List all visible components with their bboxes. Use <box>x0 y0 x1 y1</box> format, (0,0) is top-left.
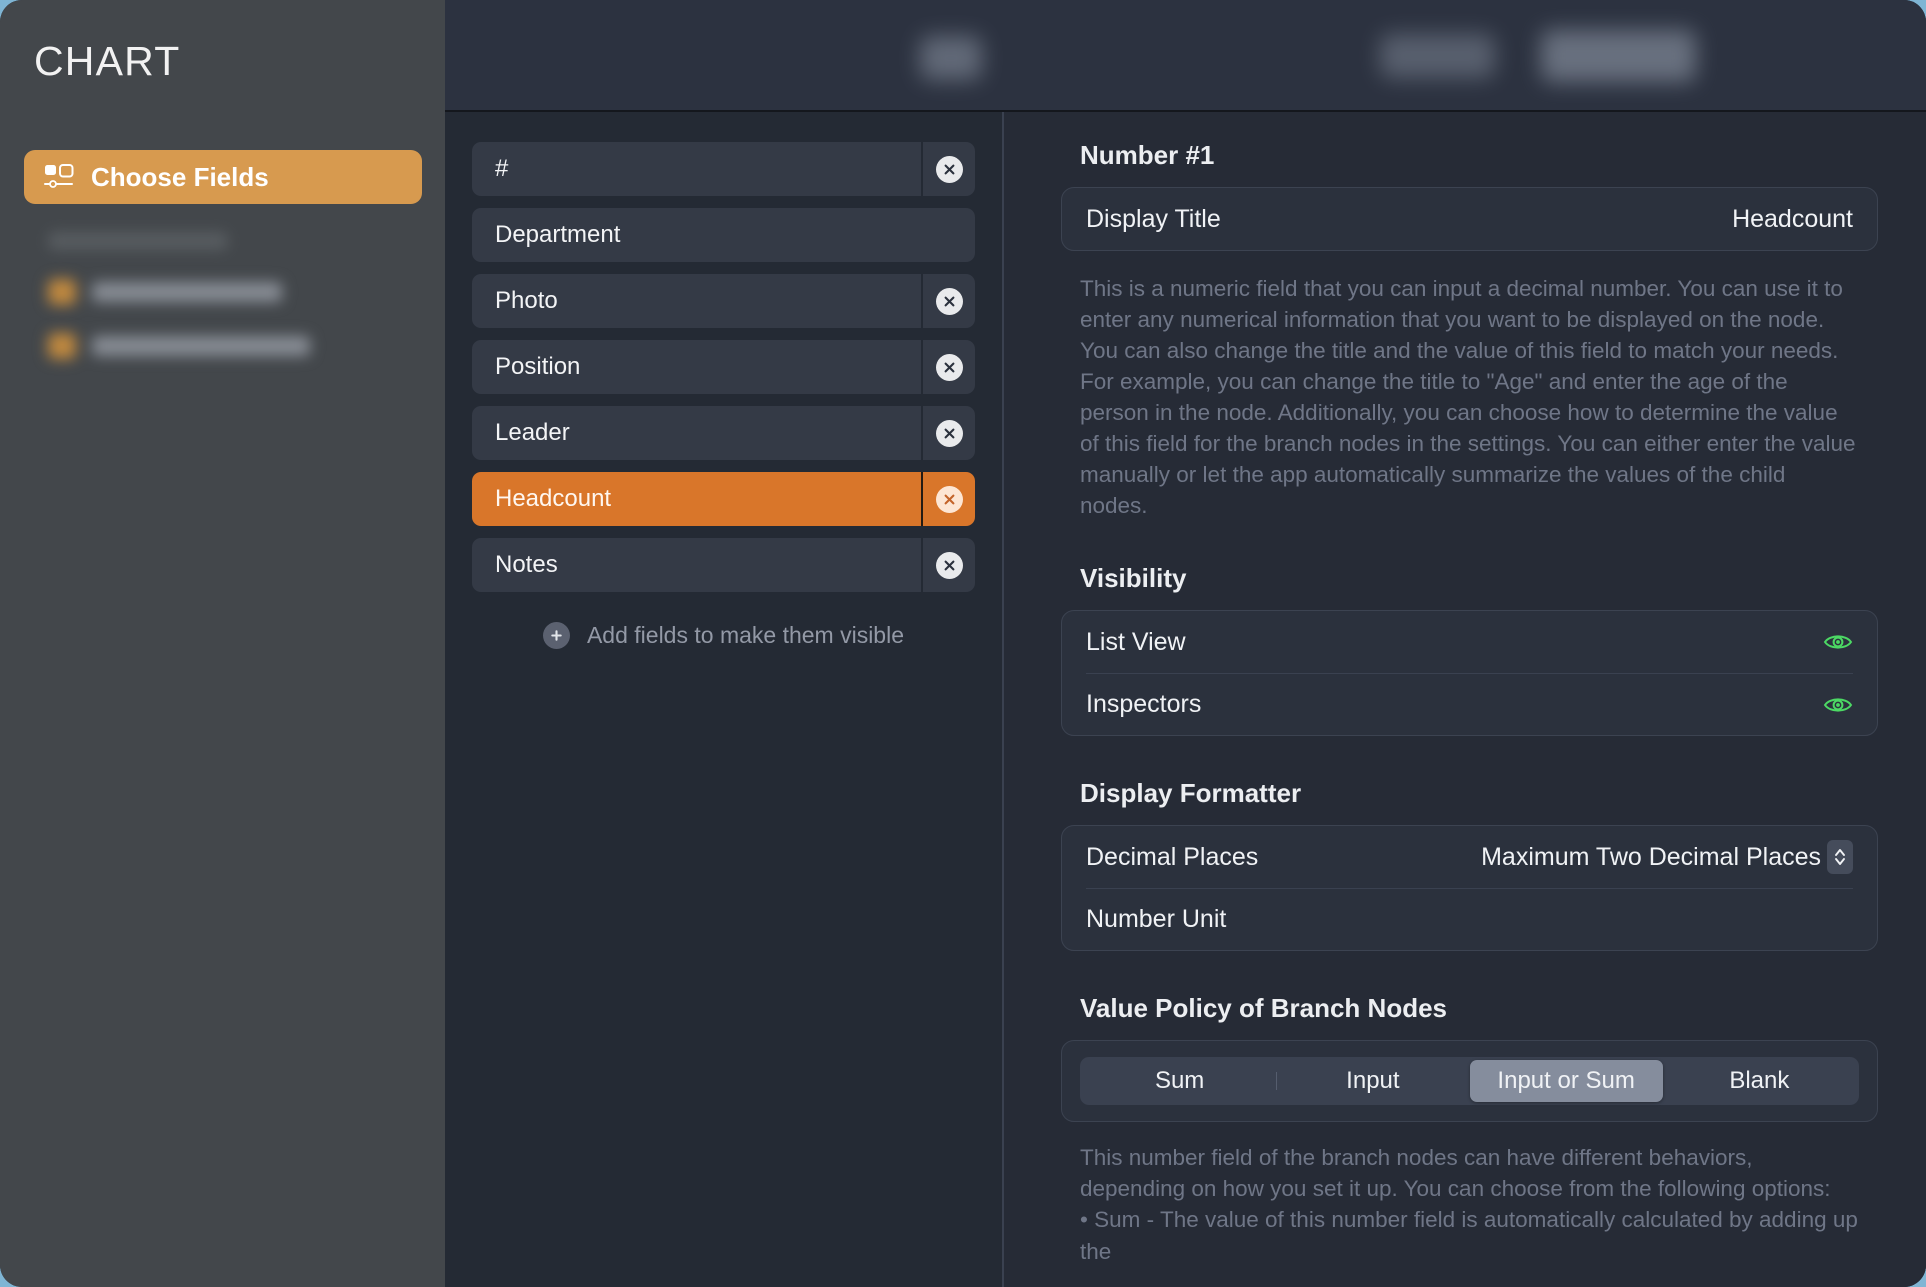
sidebar-item-blurred-1[interactable] <box>48 272 421 312</box>
field-label: Notes <box>472 538 921 592</box>
choose-fields-label: Choose Fields <box>91 161 269 192</box>
close-circle-icon <box>935 287 963 315</box>
field-row-headcount[interactable]: Headcount <box>472 472 975 526</box>
visibility-label: Inspectors <box>1086 690 1202 719</box>
close-circle-icon <box>935 485 963 513</box>
visibility-row-list-view[interactable]: List View <box>1086 611 1853 673</box>
page-title: CHART <box>34 38 181 84</box>
display-formatter-section-title: Display Formatter <box>1080 778 1302 809</box>
visibility-row-inspectors[interactable]: Inspectors <box>1086 673 1853 735</box>
field-row-department[interactable]: Department <box>472 208 975 262</box>
decimal-places-select[interactable]: Maximum Two Decimal Places <box>1481 840 1853 875</box>
field-row-position[interactable]: Position <box>472 340 975 394</box>
add-fields-button[interactable]: Add fields to make them visible <box>472 622 975 649</box>
field-row-number[interactable]: # <box>472 142 975 196</box>
value-policy-section-title: Value Policy of Branch Nodes <box>1080 993 1447 1024</box>
field-description-text: This is a numeric field that you can inp… <box>1080 276 1856 519</box>
value-policy-option-blank[interactable]: Blank <box>1663 1060 1856 1102</box>
chevron-up-down-icon[interactable] <box>1827 840 1853 875</box>
add-fields-label: Add fields to make them visible <box>586 622 905 648</box>
field-label: Department <box>472 208 975 262</box>
choose-fields-button[interactable]: Choose Fields <box>24 150 422 204</box>
top-toolbar <box>445 0 1926 112</box>
value-policy-option-input[interactable]: Input <box>1276 1060 1469 1102</box>
sidebar-item-icon <box>48 333 76 359</box>
field-label: Leader <box>472 406 921 460</box>
sidebar-item-icon <box>48 279 76 305</box>
content-area: # Department Photo Position Leader Headc… <box>445 0 1926 1287</box>
close-circle-icon <box>935 419 963 447</box>
plus-circle-icon <box>542 622 570 649</box>
display-title-label: Display Title <box>1086 204 1221 233</box>
app-window: CHART Choose Fields # Department Photo P… <box>0 0 1926 1287</box>
field-label: # <box>472 142 921 196</box>
display-title-row[interactable]: Display Title Headcount <box>1086 188 1853 250</box>
decimal-places-row[interactable]: Decimal Places Maximum Two Decimal Place… <box>1086 826 1853 888</box>
visibility-section-title: Visibility <box>1080 563 1187 594</box>
remove-field-button[interactable] <box>921 406 975 460</box>
value-policy-option-input-or-sum[interactable]: Input or Sum <box>1469 1060 1663 1103</box>
remove-field-button[interactable] <box>921 538 975 592</box>
inspector-panel: Number #1 Display Title Headcount This i… <box>1004 112 1926 1287</box>
number-unit-row[interactable]: Number Unit <box>1086 888 1853 950</box>
sidebar-section-heading-blurred <box>48 232 228 250</box>
sidebar: CHART Choose Fields <box>0 0 445 1287</box>
value-policy-segmented-control[interactable]: Sum Input Input or Sum Blank <box>1080 1057 1859 1106</box>
field-label: Position <box>472 340 921 394</box>
toolbar-item-blurred-1[interactable] <box>920 36 982 80</box>
value-policy-description: This number field of the branch nodes ca… <box>1080 1142 1859 1266</box>
visibility-label: List View <box>1086 627 1186 656</box>
field-label: Photo <box>472 274 921 328</box>
sidebar-item-label <box>92 336 310 356</box>
value-policy-card: Sum Input Input or Sum Blank <box>1061 1040 1878 1123</box>
remove-field-button[interactable] <box>921 340 975 394</box>
remove-field-button[interactable] <box>921 274 975 328</box>
field-description: This is a numeric field that you can inp… <box>1080 273 1859 521</box>
close-circle-icon <box>935 155 963 183</box>
field-header: Number #1 <box>1080 140 1215 170</box>
sidebar-item-blurred-2[interactable] <box>48 326 421 366</box>
value-policy-description-line1: This number field of the branch nodes ca… <box>1080 1145 1831 1202</box>
decimal-places-value: Maximum Two Decimal Places <box>1481 842 1821 871</box>
toolbar-item-blurred-3[interactable] <box>1541 30 1696 82</box>
close-circle-icon <box>935 551 963 579</box>
fields-picker-icon <box>44 164 74 190</box>
display-title-card: Display Title Headcount <box>1061 187 1878 251</box>
split-view: # Department Photo Position Leader Headc… <box>445 112 1926 1287</box>
value-policy-option-sum[interactable]: Sum <box>1083 1060 1276 1102</box>
field-list-panel: # Department Photo Position Leader Headc… <box>445 112 1004 1287</box>
field-row-leader[interactable]: Leader <box>472 406 975 460</box>
display-formatter-card: Decimal Places Maximum Two Decimal Place… <box>1061 825 1878 952</box>
eye-icon[interactable] <box>1823 695 1853 715</box>
field-row-notes[interactable]: Notes <box>472 538 975 592</box>
toolbar-item-blurred-2[interactable] <box>1380 34 1495 78</box>
field-row-photo[interactable]: Photo <box>472 274 975 328</box>
sidebar-blurred-section <box>0 232 445 380</box>
sidebar-item-label <box>92 282 282 302</box>
value-policy-description-bullet: • Sum - The value of this number field i… <box>1080 1207 1858 1264</box>
remove-field-button[interactable] <box>921 142 975 196</box>
close-circle-icon <box>935 353 963 381</box>
remove-field-button[interactable] <box>921 472 975 526</box>
visibility-card: List View Inspectors <box>1061 610 1878 737</box>
field-label: Headcount <box>472 472 921 526</box>
decimal-places-label: Decimal Places <box>1086 842 1259 871</box>
eye-icon[interactable] <box>1823 632 1853 652</box>
number-unit-label: Number Unit <box>1086 905 1227 934</box>
display-title-value[interactable]: Headcount <box>1732 205 1853 234</box>
